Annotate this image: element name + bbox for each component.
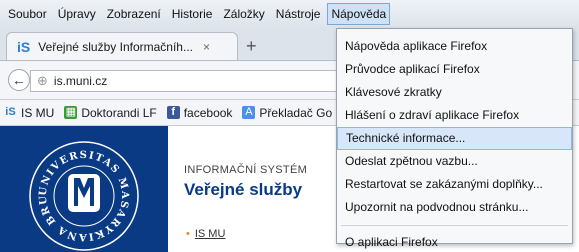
menu-zobrazeni[interactable]: Zobrazení — [103, 2, 165, 26]
menu-nastroje[interactable]: Nástroje — [272, 2, 325, 26]
arrow-left-icon: ← — [12, 72, 26, 88]
globe-icon: ⊕ — [37, 73, 48, 88]
bookmark-label: Doktorandi LF — [81, 105, 157, 120]
help-menu-dropdown: Nápověda aplikace Firefox Průvodce aplik… — [336, 28, 573, 249]
menu-item-keyboard-shortcuts[interactable]: Klávesové zkratky — [337, 81, 572, 104]
menu-item-restart-no-addons[interactable]: Restartovat se zakázanými doplňky... — [337, 173, 572, 196]
bookmark-prekladac[interactable]: A Překladač Go — [242, 106, 332, 120]
facebook-icon: f — [166, 106, 180, 119]
tab-title: Veřejné služby Informačníh... — [38, 39, 193, 54]
grid-icon: ▦ — [64, 106, 78, 119]
site-header: INFORMAČNÍ SYSTÉM Veřejné služby — [184, 164, 307, 200]
menu-separator — [341, 225, 568, 226]
bookmark-doktorandi[interactable]: ▦ Doktorandi LF — [64, 105, 157, 120]
breadcrumb: • IS MU — [186, 228, 225, 240]
menu-item-report-deceptive-site[interactable]: Upozornit na podvodnou stránku... — [337, 196, 572, 219]
muni-seal-icon: UNIVERSITAS MASARYKIANA BRUNENSIS — [0, 118, 139, 251]
menu-item-firefox-tour[interactable]: Průvodce aplikací Firefox — [337, 58, 572, 81]
menu-zalozky[interactable]: Záložky — [219, 2, 268, 26]
tab-active[interactable]: iS Veřejné služby Informačníh... × — [6, 32, 238, 60]
bullet-icon: • — [186, 228, 190, 240]
page-title: Veřejné služby — [184, 180, 303, 199]
menu-item-send-feedback[interactable]: Odeslat zpětnou vazbu... — [337, 150, 572, 173]
menu-bar: Soubor Úpravy Zobrazení Historie Záložky… — [0, 0, 579, 28]
url-text: is.muni.cz — [53, 74, 108, 88]
bookmark-label: Překladač Go — [259, 105, 333, 120]
menu-soubor[interactable]: Soubor — [4, 2, 51, 26]
translate-icon: A — [242, 106, 256, 119]
menu-upravy[interactable]: Úpravy — [54, 2, 100, 26]
svg-text:UNIVERSITAS MASARYKIANA BRUNEN: UNIVERSITAS MASARYKIANA BRUNENSIS — [0, 126, 130, 242]
new-tab-button[interactable]: + — [246, 36, 257, 57]
site-subtitle: INFORMAČNÍ SYSTÉM — [184, 164, 308, 176]
is-icon: iS — [5, 106, 16, 118]
bookmark-label: facebook — [183, 105, 233, 120]
bookmark-label: IS MU — [21, 105, 55, 120]
back-button[interactable]: ← — [8, 69, 30, 91]
muni-logo-panel: UNIVERSITAS MASARYKIANA BRUNENSIS — [0, 118, 168, 252]
menu-item-health-report[interactable]: Hlášení o zdraví aplikace Firefox — [337, 104, 572, 127]
menu-item-firefox-help[interactable]: Nápověda aplikace Firefox — [337, 35, 572, 58]
is-icon: iS — [17, 38, 31, 55]
menu-item-about-firefox[interactable]: O aplikaci Firefox — [337, 231, 572, 252]
menu-item-technical-info[interactable]: Technické informace... — [337, 127, 572, 150]
menu-napoveda[interactable]: Nápověda — [327, 3, 391, 25]
bookmark-facebook[interactable]: f facebook — [166, 105, 233, 120]
is-mu-link[interactable]: IS MU — [195, 228, 226, 240]
seal-text: UNIVERSITAS MASARYKIANA BRUNENSIS — [0, 118, 129, 242]
bookmark-is-mu[interactable]: iS IS MU — [4, 106, 54, 120]
menu-historie[interactable]: Historie — [168, 2, 217, 26]
close-icon[interactable]: × — [203, 40, 210, 54]
